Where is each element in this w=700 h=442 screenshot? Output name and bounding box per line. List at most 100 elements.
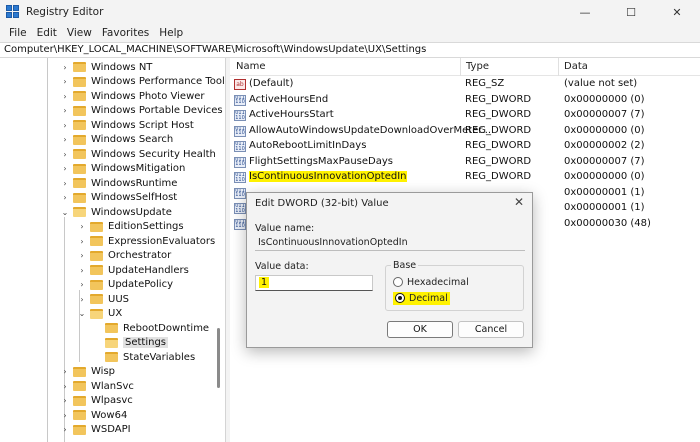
tree-item-label: WindowsUpdate [91, 206, 172, 218]
value-data-cell: 0x00000007 (7) [564, 155, 645, 167]
tree-item-label: Windows Photo Viewer [91, 90, 205, 102]
chevron-right-icon[interactable]: › [60, 164, 70, 173]
menu-favorites[interactable]: Favorites [97, 27, 154, 39]
chevron-right-icon[interactable]: › [60, 77, 70, 86]
chevron-right-icon[interactable]: › [77, 266, 87, 275]
tree-item[interactable]: › Orchestrator [77, 249, 171, 264]
tree-item[interactable]: › WindowsMitigation [60, 162, 185, 177]
tree-item[interactable]: › Windows Performance Toolkit [60, 75, 225, 90]
value-type-cell: REG_DWORD [465, 93, 532, 105]
list-row[interactable]: ab (Default) REG_SZ (value not set) [230, 77, 700, 93]
value-data-input[interactable]: 1 [255, 275, 373, 291]
cancel-button[interactable]: Cancel [458, 321, 524, 338]
column-header-data[interactable]: Data [564, 61, 588, 72]
tree-item[interactable]: ⌄ WindowsUpdate [60, 205, 172, 220]
tree-item[interactable]: › Windows Portable Devices [60, 104, 222, 119]
chevron-right-icon[interactable]: › [77, 237, 87, 246]
menu-edit[interactable]: Edit [32, 27, 62, 39]
chevron-down-icon[interactable]: ⌄ [77, 309, 87, 318]
tree-scrollbar-thumb[interactable] [217, 328, 220, 388]
value-type-cell: REG_DWORD [465, 140, 532, 151]
chevron-right-icon[interactable]: › [60, 92, 70, 101]
tree-item[interactable]: › EditionSettings [77, 220, 183, 235]
folder-icon [73, 76, 86, 87]
chevron-right-icon[interactable]: › [60, 150, 70, 159]
list-row[interactable]: 011 110 AutoRebootLimitInDays REG_DWORD 0x0… [230, 139, 700, 155]
column-divider[interactable] [558, 58, 559, 76]
column-divider[interactable] [460, 58, 461, 76]
tree-item[interactable]: Settings [105, 336, 169, 351]
tree-item[interactable]: › WindowsRuntime [60, 176, 177, 191]
hexadecimal-radio-circle[interactable] [393, 277, 403, 287]
list-row[interactable]: 011 110 IsContinuousInnovationOptedIn REG_… [230, 170, 700, 186]
value-name-cell: (Default) [249, 78, 294, 89]
tree-item[interactable]: › Windows NT [60, 60, 152, 75]
tree-item[interactable]: › ExpressionEvaluators [77, 234, 215, 249]
tree-item-label: Windows Search [91, 134, 174, 146]
chevron-right-icon[interactable]: › [60, 425, 70, 434]
minimize-button[interactable]: — [562, 0, 608, 24]
chevron-down-icon[interactable]: ⌄ [60, 208, 70, 217]
chevron-right-icon[interactable]: › [77, 295, 87, 304]
chevron-right-icon[interactable]: › [60, 411, 70, 420]
hexadecimal-radio[interactable]: Hexadecimal [393, 276, 469, 288]
tree-item-label: UpdatePolicy [108, 279, 173, 291]
tree-item-label: Wlpasvc [91, 395, 133, 407]
tree-item[interactable]: › UpdatePolicy [77, 278, 173, 293]
value-type-cell: REG_DWORD [465, 109, 532, 120]
tree-item[interactable]: › UUS [77, 292, 129, 307]
tree-item[interactable]: › Windows Script Host [60, 118, 193, 133]
chevron-right-icon[interactable]: › [60, 121, 70, 130]
tree-item[interactable]: › Windows Security Health [60, 147, 216, 162]
tree-item[interactable]: RebootDowntime [105, 321, 209, 336]
folder-icon [73, 410, 86, 421]
value-name-cell: FlightSettingsMaxPauseDays [249, 155, 393, 167]
maximize-button[interactable]: ☐ [608, 0, 654, 24]
chevron-right-icon[interactable]: › [60, 367, 70, 376]
address-bar[interactable]: Computer\HKEY_LOCAL_MACHINE\SOFTWARE\Mic… [0, 42, 700, 58]
list-row[interactable]: 011 110 FlightSettingsMaxPauseDays REG_DWO… [230, 155, 700, 171]
tree-item[interactable]: › WlanSvc [60, 379, 134, 394]
column-header-type[interactable]: Type [466, 61, 489, 72]
menu-help[interactable]: Help [154, 27, 188, 39]
tree-item[interactable]: › Wisp [60, 365, 115, 380]
chevron-right-icon[interactable]: › [60, 106, 70, 115]
list-row[interactable]: 011 110 ActiveHoursEnd REG_DWORD 0x00000000… [230, 93, 700, 109]
decimal-radio[interactable]: Decimal [393, 291, 450, 305]
value-data-cell: (value not set) [564, 78, 638, 89]
chevron-right-icon[interactable]: › [77, 251, 87, 260]
chevron-right-icon[interactable]: › [60, 179, 70, 188]
column-header-name[interactable]: Name [236, 61, 266, 72]
menu-file[interactable]: File [4, 27, 32, 39]
ok-button[interactable]: OK [387, 321, 453, 338]
tree-item[interactable]: › WindowsSelfHost [60, 191, 177, 206]
list-row[interactable]: 011 110 AllowAutoWindowsUpdateDownloadOve… [230, 124, 700, 140]
tree-item[interactable]: › Wlpasvc [60, 394, 133, 409]
chevron-right-icon[interactable]: › [60, 135, 70, 144]
chevron-right-icon[interactable]: › [60, 63, 70, 72]
dialog-close-button[interactable]: ✕ [514, 195, 524, 209]
tree-item[interactable]: › WSDAPI [60, 423, 130, 438]
value-name-cell: AllowAutoWindowsUpdateDownloadOverMeter.… [249, 124, 492, 136]
tree-item[interactable]: › Windows Search [60, 133, 173, 148]
tree-item[interactable]: › Windows Photo Viewer [60, 89, 205, 104]
tree-item[interactable]: › UpdateHandlers [77, 263, 188, 278]
folder-icon [73, 207, 86, 218]
chevron-right-icon[interactable]: › [77, 222, 87, 231]
value-name-cell: IsContinuousInnovationOptedIn [249, 171, 407, 182]
chevron-right-icon[interactable]: › [60, 396, 70, 405]
tree-item[interactable]: StateVariables [105, 350, 195, 365]
folder-icon [90, 236, 103, 247]
registry-tree-pane[interactable]: › Windows NT › Windows Performance Toolkit ›… [0, 58, 226, 442]
decimal-radio-circle[interactable] [395, 293, 405, 303]
value-data-cell: 0x00000001 (1) [564, 186, 645, 198]
chevron-right-icon[interactable]: › [60, 382, 70, 391]
chevron-right-icon[interactable]: › [77, 280, 87, 289]
tree-item[interactable]: ⌄ UX [77, 307, 123, 322]
list-row[interactable]: 011 110 ActiveHoursStart REG_DWORD 0x000000… [230, 108, 700, 124]
close-window-button[interactable]: ✕ [654, 0, 700, 24]
tree-item[interactable]: › Wow64 [60, 408, 127, 423]
chevron-right-icon[interactable]: › [60, 193, 70, 202]
menu-view[interactable]: View [62, 27, 97, 39]
folder-open-icon [105, 337, 118, 348]
